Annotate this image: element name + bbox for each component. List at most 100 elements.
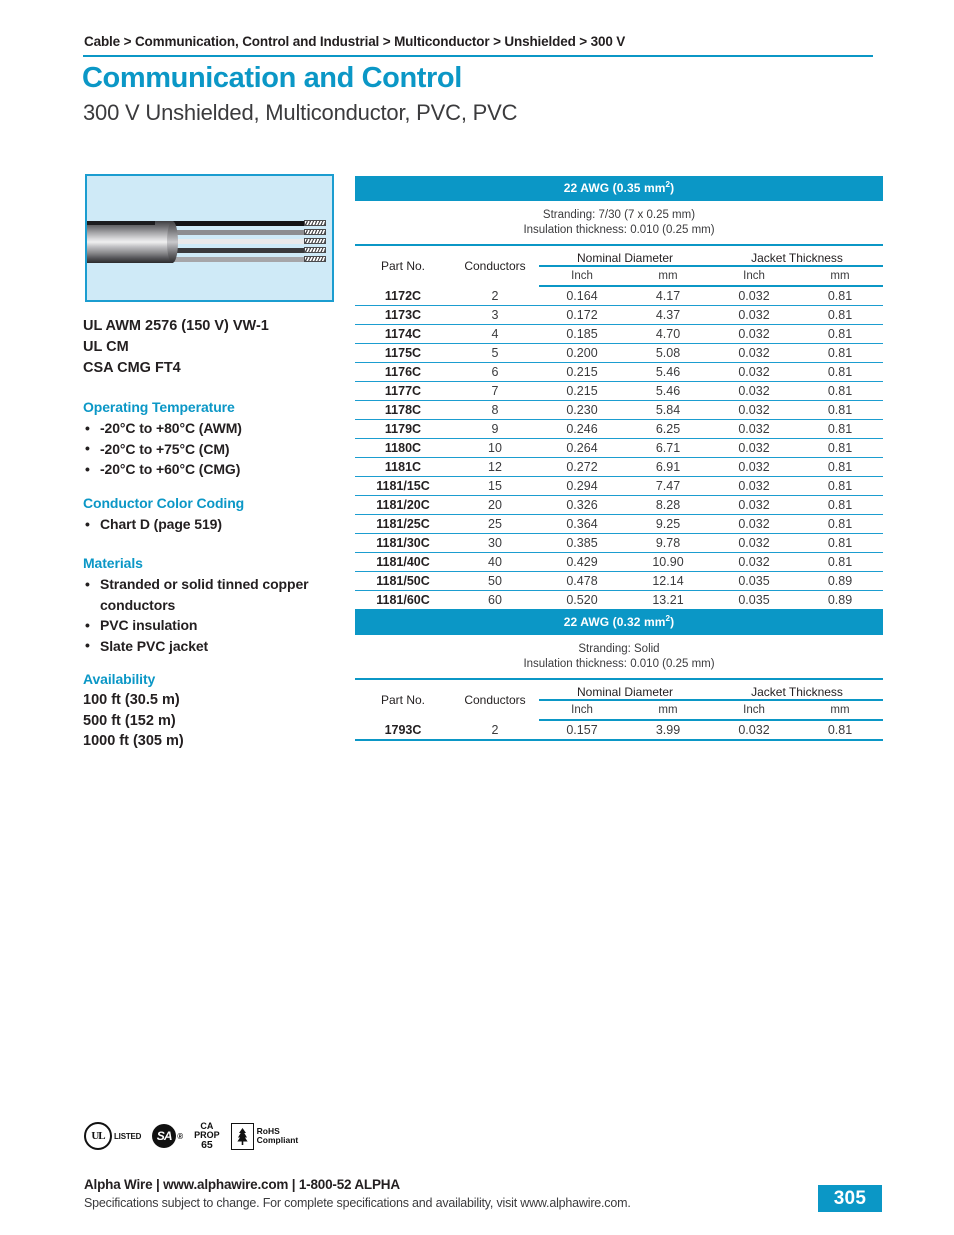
cable-wire-end-5: [304, 256, 326, 262]
section-list: Stranded or solid tinned copper conducto…: [83, 574, 353, 656]
table-row[interactable]: 1181C 12 0.272 6.91 0.032 0.81: [355, 457, 884, 477]
table-row[interactable]: 1177C 7 0.215 5.46 0.032 0.81: [355, 381, 884, 401]
table-row[interactable]: 1793C 2 0.157 3.99 0.032 0.81: [355, 720, 884, 741]
cell-part-no: 1172C: [355, 286, 451, 306]
cell-conductors: 25: [451, 514, 539, 534]
stranding-line: Stranding: 7/30 (7 x 0.25 mm): [542, 209, 696, 221]
col-header-jacket-mm: mm: [797, 700, 884, 721]
col-header-part-no: Part No.: [380, 693, 425, 707]
rohs-label: RoHS Compliant: [257, 1126, 299, 1146]
table-row[interactable]: 1176C 6 0.215 5.46 0.032 0.81: [355, 362, 884, 382]
cell-diameter-inch: 0.172: [539, 305, 625, 325]
cell-diameter-inch: 0.364: [539, 514, 625, 534]
table-row[interactable]: 1181/50C 50 0.478 12.14 0.035 0.89: [355, 571, 884, 591]
cell-diameter-mm: 4.37: [625, 305, 711, 325]
table-row[interactable]: 1181/25C 25 0.364 9.25 0.032 0.81: [355, 514, 884, 534]
table-row[interactable]: 1180C 10 0.264 6.71 0.032 0.81: [355, 438, 884, 458]
spec-table-22awg-032: 22 AWG (0.32 mm2) Stranding: Solid Insul…: [355, 610, 884, 741]
table-group-header-row: Part No. Conductors Nominal Diameter Jac…: [355, 245, 884, 273]
cell-diameter-inch: 0.246: [539, 419, 625, 439]
cell-jacket-mm: 0.81: [797, 552, 884, 572]
cell-conductors: 12: [451, 457, 539, 477]
cell-part-no: 1181C: [355, 457, 451, 477]
cell-diameter-mm: 9.78: [625, 533, 711, 553]
table-head: Part No. Conductors Nominal Diameter Jac…: [355, 679, 884, 721]
col-header-nominal-diameter: Nominal Diameter: [539, 679, 711, 701]
list-item: -20°C to +80°C (AWM): [83, 418, 353, 439]
cell-diameter-mm: 13.21: [625, 590, 711, 611]
cell-diameter-inch: 0.429: [539, 552, 625, 572]
csa-icon: SA ®: [152, 1124, 183, 1148]
list-item: Stranded or solid tinned copper conducto…: [83, 574, 353, 615]
cell-diameter-inch: 0.294: [539, 476, 625, 496]
cell-jacket-inch: 0.032: [711, 343, 797, 363]
page-number-badge: 305: [818, 1185, 882, 1212]
cell-diameter-inch: 0.215: [539, 381, 625, 401]
csa-logo-icon: SA: [152, 1124, 177, 1148]
cell-part-no: 1181/50C: [355, 571, 451, 591]
cell-jacket-inch: 0.032: [711, 457, 797, 477]
section-conductor-color-coding: Conductor Color Coding Chart D (page 519…: [83, 495, 353, 535]
cell-part-no: 1174C: [355, 324, 451, 344]
insulation-line: Insulation thickness: 0.010 (0.25 mm): [523, 223, 715, 236]
footer-disclaimer: Specifications subject to change. For co…: [84, 1196, 631, 1210]
cell-part-no: 1176C: [355, 362, 451, 382]
table-group-header-row: Part No. Conductors Nominal Diameter Jac…: [355, 679, 884, 707]
cell-conductors: 20: [451, 495, 539, 515]
col-header-diameter-mm: mm: [625, 700, 711, 721]
cell-diameter-inch: 0.272: [539, 457, 625, 477]
cable-wire-end-4: [304, 247, 326, 253]
footer-brand-line[interactable]: Alpha Wire | www.alphawire.com | 1-800-5…: [84, 1177, 400, 1192]
cell-jacket-mm: 0.81: [797, 476, 884, 496]
cell-diameter-inch: 0.164: [539, 286, 625, 306]
table-row[interactable]: 1179C 9 0.246 6.25 0.032 0.81: [355, 419, 884, 439]
table-row[interactable]: 1181/60C 60 0.520 13.21 0.035 0.89: [355, 590, 884, 611]
table-subcaption: Stranding: 7/30 (7 x 0.25 mm) Insulation…: [355, 201, 883, 244]
table-row[interactable]: 1175C 5 0.200 5.08 0.032 0.81: [355, 343, 884, 363]
cell-part-no: 1181/30C: [355, 533, 451, 553]
breadcrumb[interactable]: Cable > Communication, Control and Indus…: [84, 34, 625, 49]
col-header-conductors: Conductors: [464, 259, 526, 273]
cell-part-no: 1175C: [355, 343, 451, 363]
cell-diameter-inch: 0.385: [539, 533, 625, 553]
table-row[interactable]: 1178C 8 0.230 5.84 0.032 0.81: [355, 400, 884, 420]
cell-diameter-mm: 5.46: [625, 381, 711, 401]
table-title-tail: ): [670, 615, 675, 629]
table-row[interactable]: 1181/15C 15 0.294 7.47 0.032 0.81: [355, 476, 884, 496]
cell-diameter-inch: 0.200: [539, 343, 625, 363]
table-row[interactable]: 1181/30C 30 0.385 9.78 0.032 0.81: [355, 533, 884, 553]
cell-conductors: 50: [451, 571, 539, 591]
cell-jacket-mm: 0.81: [797, 362, 884, 382]
cell-conductors: 10: [451, 438, 539, 458]
cell-conductors: 30: [451, 533, 539, 553]
cable-wire-2: [171, 230, 306, 235]
section-materials: Materials Stranded or solid tinned coppe…: [83, 555, 353, 656]
col-header-jacket-inch: Inch: [711, 700, 797, 721]
table-row[interactable]: 1181/40C 40 0.429 10.90 0.032 0.81: [355, 552, 884, 572]
approval-line: UL CM: [83, 339, 129, 355]
availability-line: 1000 ft (305 m): [83, 733, 184, 749]
cell-diameter-mm: 5.46: [625, 362, 711, 382]
cable-wire-end-3: [304, 238, 326, 244]
cell-jacket-inch: 0.032: [711, 400, 797, 420]
ul-listed-icon: UL LISTED: [84, 1122, 141, 1150]
col-header-jacket-mm: mm: [797, 266, 884, 287]
col-header-jacket-thickness: Jacket Thickness: [711, 679, 884, 701]
cell-jacket-inch: 0.032: [711, 495, 797, 515]
cell-diameter-inch: 0.478: [539, 571, 625, 591]
list-item: -20°C to +60°C (CMG): [83, 459, 353, 480]
list-item[interactable]: Chart D (page 519): [83, 514, 353, 535]
table-row[interactable]: 1181/20C 20 0.326 8.28 0.032 0.81: [355, 495, 884, 515]
table-row[interactable]: 1174C 4 0.185 4.70 0.032 0.81: [355, 324, 884, 344]
cell-diameter-mm: 4.17: [625, 286, 711, 306]
table-title-tail: ): [670, 181, 675, 195]
table-row[interactable]: 1172C 2 0.164 4.17 0.032 0.81: [355, 286, 884, 306]
table-title-text: 22 AWG (0.35 mm: [563, 181, 666, 195]
table-row[interactable]: 1173C 3 0.172 4.37 0.032 0.81: [355, 305, 884, 325]
cell-part-no: 1181/40C: [355, 552, 451, 572]
cell-jacket-mm: 0.81: [797, 400, 884, 420]
cell-diameter-inch: 0.185: [539, 324, 625, 344]
cell-diameter-mm: 3.99: [625, 720, 711, 741]
cable-wire-3: [171, 239, 306, 244]
cell-jacket-inch: 0.032: [711, 362, 797, 382]
